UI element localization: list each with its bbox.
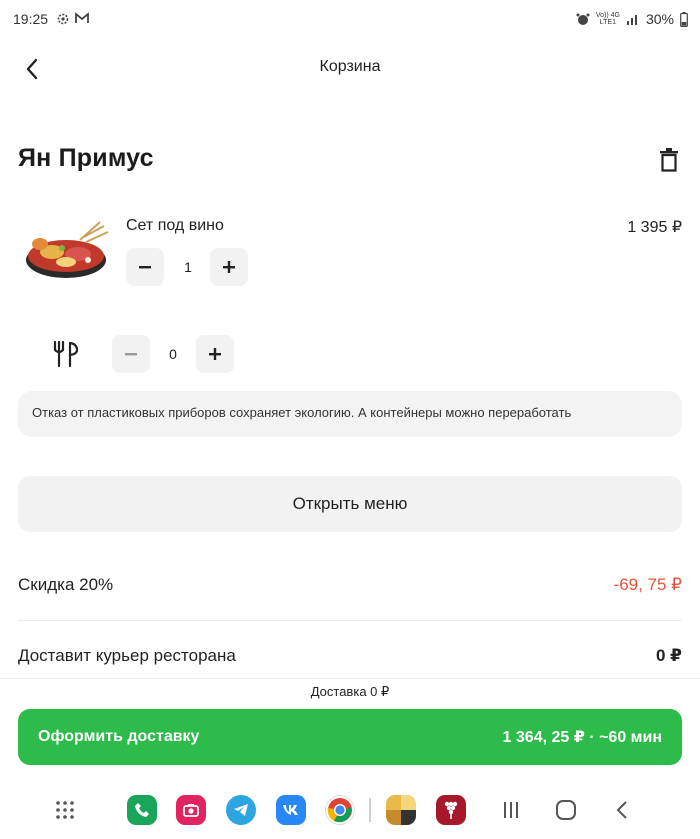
discount-label: Скидка 20% [18,575,114,594]
item-quantity: 1 [184,259,192,275]
cutlery-increase-button[interactable] [196,335,234,373]
phone-icon[interactable] [127,795,157,825]
back-icon[interactable] [607,795,637,825]
discount-row: Скидка 20% -69, 75 ₽ [18,575,682,595]
telegram-icon[interactable] [226,795,256,825]
eco-note: Отказ от пластиковых приборов сохраняет … [18,391,682,437]
checkout-total: 1 364, 25 ₽ · ~60 мин [502,729,662,746]
app-drawer-icon[interactable] [50,795,80,825]
item-price: 1 395 ₽ [627,219,682,236]
food-platter-image [26,221,109,278]
status-bar: 19:25 Vo)) 4G LTE1 30% [0,0,700,38]
gmail-icon [75,12,89,23]
page-title: Корзина [319,58,381,75]
network-top: Vo)) 4G [595,12,620,19]
system-nav-bar [0,786,700,836]
cutlery-decrease-button[interactable] [112,335,150,373]
delivery-row: Доставит курьер ресторана 0 ₽ [18,646,682,666]
battery-icon [680,11,688,27]
minus-icon [125,353,137,356]
open-menu-button[interactable]: Открыть меню [18,476,682,532]
settings-gear-icon [57,13,69,25]
cutlery-quantity: 0 [169,346,177,362]
bottom-panel-divider [0,678,700,679]
camera-icon[interactable] [176,795,206,825]
plus-icon [209,348,221,360]
home-icon[interactable] [551,795,581,825]
item-decrease-button[interactable] [126,248,164,286]
plus-icon [223,261,235,273]
chrome-icon[interactable] [325,795,355,825]
nav-separator [369,798,371,822]
minus-icon [139,266,151,269]
item-image [22,218,110,284]
item-increase-button[interactable] [210,248,248,286]
restaurant-name: Ян Примус [18,144,154,172]
delivery-note: Доставка 0 ₽ [310,684,390,699]
delivery-label: Доставит курьер ресторана [18,646,236,665]
trash-icon [660,148,678,172]
status-left-icons [56,12,89,26]
discount-value: -69, 75 ₽ [613,575,682,594]
gallery-icon[interactable] [386,795,416,825]
recents-icon[interactable] [496,795,526,825]
clear-cart-button[interactable] [655,146,683,174]
checkout-label: Оформить доставку [38,728,200,745]
alarm-icon [576,13,590,25]
signal-icon [626,15,637,25]
status-time: 19:25 [13,11,49,27]
network-indicator: Vo)) 4G LTE1 [596,12,620,26]
summary-divider [18,620,682,621]
vk-icon[interactable] [276,795,306,825]
battery-percent: 30% [645,11,674,27]
item-name: Сет под вино [126,217,224,234]
delivery-value: 0 ₽ [655,646,682,665]
checkout-button[interactable]: Оформить доставку 1 364, 25 ₽ · ~60 мин [18,709,682,765]
network-bottom: LTE1 [599,19,617,26]
cutlery-icon [50,340,80,368]
status-right: Vo)) 4G LTE1 30% [576,11,688,27]
app-icon[interactable] [436,795,466,825]
